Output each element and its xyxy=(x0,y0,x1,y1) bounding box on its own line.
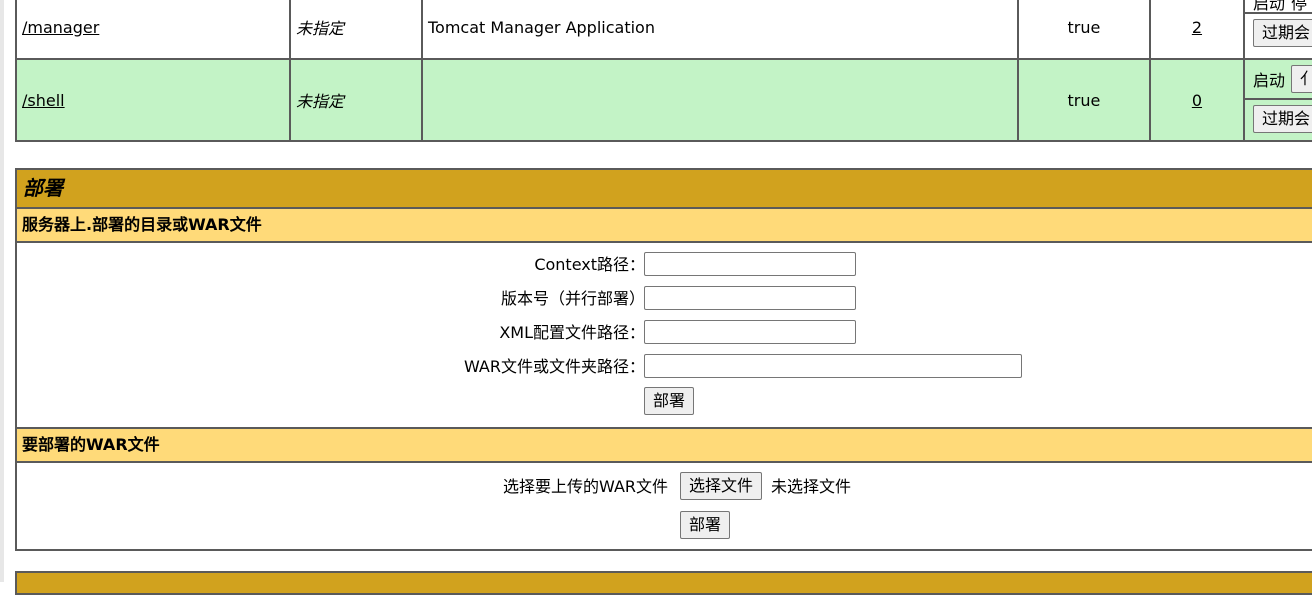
app-path-link[interactable]: /shell xyxy=(22,91,65,110)
no-file-chosen-text: 未选择文件 xyxy=(771,477,852,496)
choose-file-button[interactable]: 选择文件 xyxy=(680,472,763,500)
war-path-label: WAR文件或文件夹路径： xyxy=(463,357,645,376)
start-command[interactable]: 启动 xyxy=(1253,0,1285,12)
xml-config-label: XML配置文件路径： xyxy=(499,323,645,342)
commands-cell: 启动 停 过期会 xyxy=(1242,0,1312,60)
commands-top: 启动 停 xyxy=(1244,0,1312,14)
running-cell: true xyxy=(1016,0,1151,60)
xml-row: XML配置文件路径： xyxy=(17,319,1312,347)
deploy-button[interactable]: 部署 xyxy=(644,387,695,415)
version-input[interactable] xyxy=(644,286,856,310)
version-label: 版本号（并行部署） xyxy=(500,289,645,308)
deploy-section: 部署 服务器上.部署的目录或WAR文件 Context路径： 版本号（并行部署）… xyxy=(15,168,1312,551)
start-command[interactable]: 启动 xyxy=(1253,67,1285,91)
context-row: Context路径： xyxy=(17,251,1312,279)
upload-war-title: 要部署的WAR文件 xyxy=(17,427,1312,463)
path-cell: /manager xyxy=(15,0,291,60)
table-row: /manager 未指定 Tomcat Manager Application … xyxy=(15,0,1312,60)
sessions-link[interactable]: 0 xyxy=(1192,91,1202,110)
commands-cell: 启动 亻 过期会 xyxy=(1242,58,1312,142)
page-content: /manager 未指定 Tomcat Manager Application … xyxy=(15,0,1312,551)
applications-table: /manager 未指定 Tomcat Manager Application … xyxy=(15,0,1312,142)
expire-sessions-button[interactable]: 过期会 xyxy=(1252,19,1312,47)
next-section-header xyxy=(15,571,1312,595)
version-cell: 未指定 xyxy=(288,58,423,142)
sessions-link[interactable]: 2 xyxy=(1192,18,1202,37)
commands-bottom: 过期会 xyxy=(1245,14,1312,52)
server-deploy-form: Context路径： 版本号（并行部署） XML配置文件路径： WAR文件或文件… xyxy=(17,243,1312,427)
context-path-input[interactable] xyxy=(644,252,856,276)
app-path-link[interactable]: /manager xyxy=(22,18,99,37)
version-row: 版本号（并行部署） xyxy=(17,285,1312,313)
stop-button[interactable]: 亻 xyxy=(1290,65,1312,93)
expire-sessions-button[interactable]: 过期会 xyxy=(1252,105,1312,133)
display-name-cell: Tomcat Manager Application xyxy=(420,0,1019,60)
sessions-cell: 2 xyxy=(1148,0,1245,60)
path-cell: /shell xyxy=(15,58,291,142)
deploy-title: 部署 xyxy=(17,170,1312,209)
upload-war-form: 选择要上传的WAR文件 选择文件 未选择文件 部署 xyxy=(17,463,1312,549)
running-cell: true xyxy=(1016,58,1151,142)
context-path-label: Context路径： xyxy=(534,255,645,274)
war-path-input[interactable] xyxy=(644,354,1022,378)
deploy-button-row: 部署 xyxy=(17,387,1312,415)
table-row: /shell 未指定 true 0 启动 亻 过期会 xyxy=(15,58,1312,142)
sessions-cell: 0 xyxy=(1148,58,1245,142)
commands-top: 启动 亻 xyxy=(1244,60,1312,100)
xml-config-input[interactable] xyxy=(644,320,856,344)
commands-bottom: 过期会 xyxy=(1245,100,1312,138)
display-name-cell xyxy=(420,58,1019,142)
stop-command[interactable]: 停 xyxy=(1291,0,1307,12)
upload-deploy-button[interactable]: 部署 xyxy=(680,511,731,539)
server-deploy-title: 服务器上.部署的目录或WAR文件 xyxy=(17,209,1312,243)
choose-war-label: 选择要上传的WAR文件 xyxy=(503,477,669,496)
version-cell: 未指定 xyxy=(288,0,423,60)
choose-file-row: 选择要上传的WAR文件 选择文件 未选择文件 xyxy=(17,472,1312,502)
war-row: WAR文件或文件夹路径： xyxy=(17,353,1312,381)
window-left-edge xyxy=(0,0,4,582)
